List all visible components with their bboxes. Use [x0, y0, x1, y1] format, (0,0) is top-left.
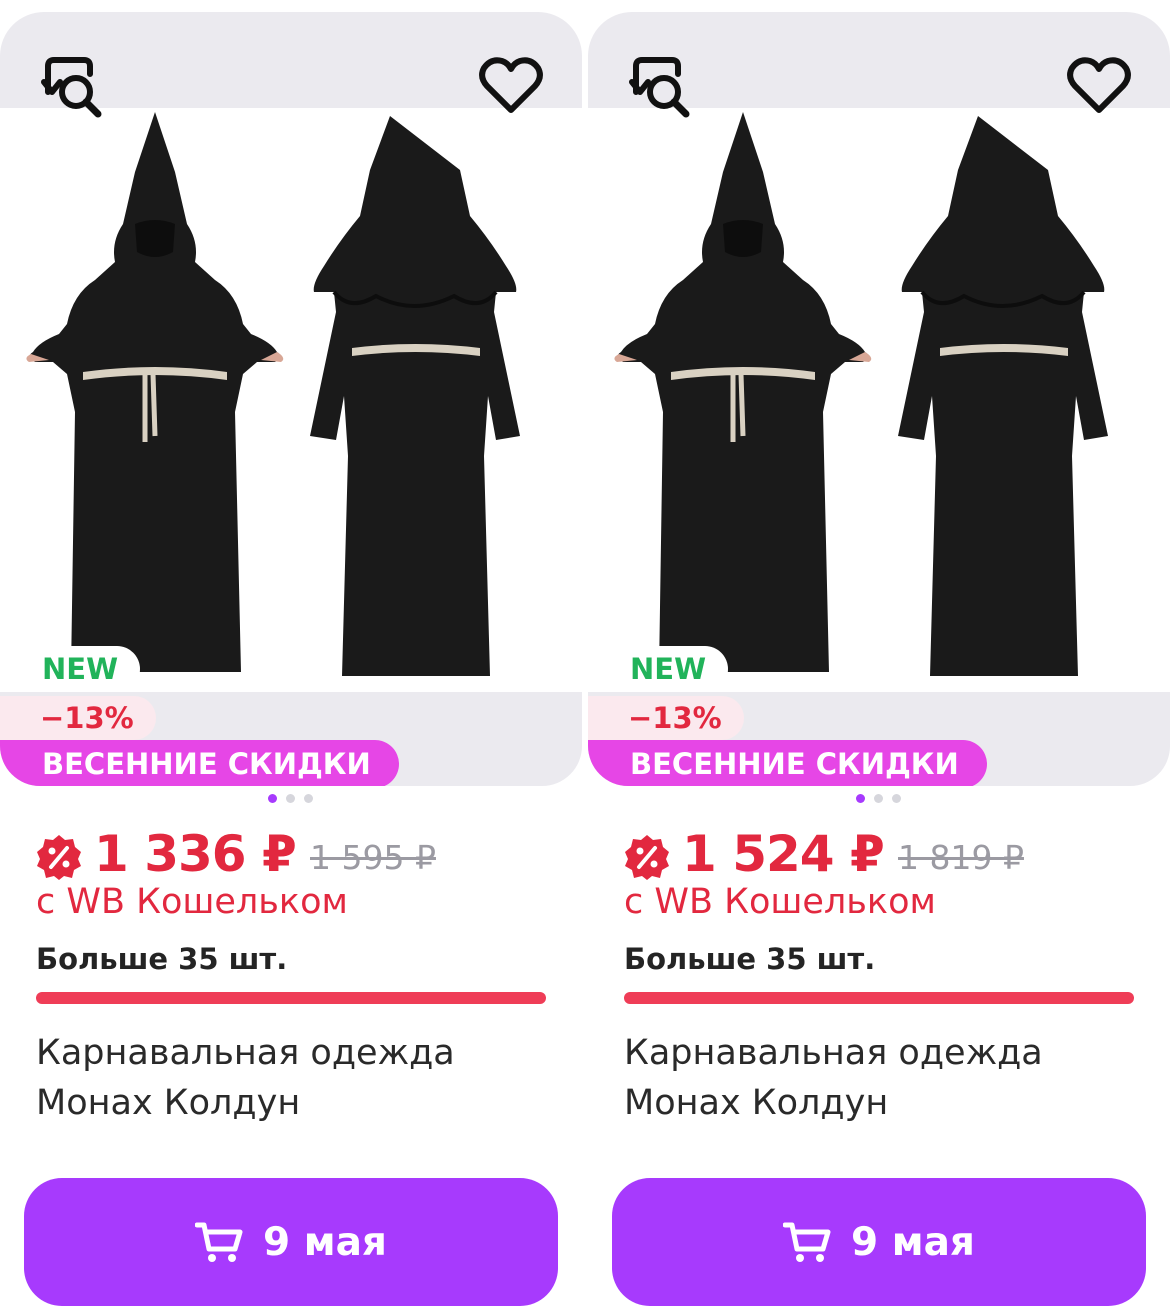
stock-bar [36, 992, 546, 1004]
product-title-line: Карнавальная одежда [36, 1033, 455, 1073]
wallet-note: с WB Кошельком [36, 882, 348, 922]
add-to-cart-button[interactable]: 9 мая [612, 1178, 1146, 1306]
search-similar-icon[interactable] [38, 52, 104, 118]
new-badge: NEW [588, 646, 729, 692]
discount-badge: −13% [0, 696, 156, 740]
wallet-note: с WB Кошельком [624, 882, 936, 922]
product-image-monk-robes [588, 108, 1110, 678]
product-card[interactable]: NEW −13% ВЕСЕННИЕ СКИДКИ 1 336 ₽ 1 595 ₽… [0, 12, 582, 1308]
product-title-line: Монах Колдун [624, 1083, 889, 1123]
delivery-date: 9 мая [263, 1219, 387, 1265]
discount-badge: −13% [588, 696, 744, 740]
cart-icon [195, 1222, 243, 1262]
product-title[interactable]: Карнавальная одежда Монах Колдун [624, 1028, 1144, 1128]
carousel-dot [892, 794, 901, 803]
carousel-dot-active [268, 794, 277, 803]
product-image-monk-robes [0, 108, 522, 678]
heart-icon[interactable] [1066, 56, 1132, 116]
delivery-date: 9 мая [851, 1219, 975, 1265]
product-title[interactable]: Карнавальная одежда Монах Колдун [36, 1028, 556, 1128]
product-title-line: Монах Колдун [36, 1083, 301, 1123]
carousel-dots [268, 794, 328, 804]
new-badge: NEW [0, 646, 141, 692]
percent-badge-icon [37, 835, 81, 880]
carousel-dot [286, 794, 295, 803]
promo-badge: ВЕСЕННИЕ СКИДКИ [0, 740, 399, 786]
carousel-dot [304, 794, 313, 803]
product-card[interactable]: NEW −13% ВЕСЕННИЕ СКИДКИ 1 524 ₽ 1 819 ₽… [588, 12, 1170, 1308]
price-row: 1 336 ₽ 1 595 ₽ [36, 824, 576, 884]
product-title-line: Карнавальная одежда [624, 1033, 1043, 1073]
add-to-cart-button[interactable]: 9 мая [24, 1178, 558, 1306]
old-price: 1 819 ₽ [898, 838, 1024, 877]
price-row: 1 524 ₽ 1 819 ₽ [624, 824, 1164, 884]
search-similar-icon[interactable] [626, 52, 692, 118]
product-photo[interactable]: NEW −13% ВЕСЕННИЕ СКИДКИ [0, 12, 582, 786]
carousel-dot [874, 794, 883, 803]
heart-icon[interactable] [478, 56, 544, 116]
current-price: 1 336 ₽ [94, 825, 297, 883]
current-price: 1 524 ₽ [682, 825, 885, 883]
stock-count: Больше 35 шт. [36, 942, 288, 976]
old-price: 1 595 ₽ [310, 838, 436, 877]
stock-count: Больше 35 шт. [624, 942, 876, 976]
promo-badge: ВЕСЕННИЕ СКИДКИ [588, 740, 987, 786]
carousel-dots [856, 794, 916, 804]
cart-icon [783, 1222, 831, 1262]
stock-bar [624, 992, 1134, 1004]
percent-badge-icon [625, 835, 669, 880]
product-photo[interactable]: NEW −13% ВЕСЕННИЕ СКИДКИ [588, 12, 1170, 786]
carousel-dot-active [856, 794, 865, 803]
